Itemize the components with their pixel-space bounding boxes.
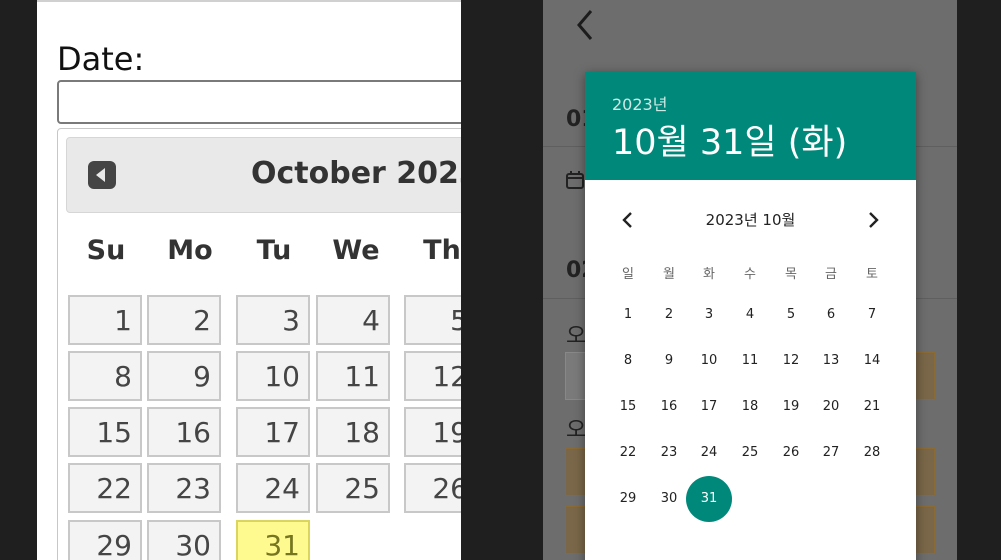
day-cell[interactable]: 24 (236, 463, 310, 513)
background-field (915, 506, 935, 554)
day-cell[interactable]: 24 (689, 433, 729, 473)
next-month-chevron-icon[interactable] (861, 208, 885, 232)
day-cell[interactable]: 5 (404, 295, 461, 345)
weekday-header: Mo (167, 235, 213, 266)
day-cell[interactable]: 29 (68, 520, 142, 560)
date-field-label: Date: (57, 40, 145, 78)
weekday-header: 목 (785, 267, 797, 282)
day-cell[interactable]: 16 (147, 407, 221, 457)
day-cell[interactable]: 17 (689, 387, 729, 427)
day-cell[interactable]: 15 (68, 407, 142, 457)
day-cell[interactable]: 9 (147, 351, 221, 401)
background-field (915, 448, 935, 496)
day-cell[interactable]: 1 (68, 295, 142, 345)
dialog-header: 2023년 10월 31일 (화) (585, 72, 916, 180)
day-cell[interactable]: 25 (316, 463, 390, 513)
day-cell[interactable]: 26 (771, 433, 811, 473)
weekday-header: Tu (256, 235, 292, 266)
day-cell[interactable]: 10 (236, 351, 310, 401)
day-cell[interactable]: 15 (608, 387, 648, 427)
day-cell[interactable]: 30 (649, 479, 689, 519)
day-cell[interactable]: 4 (316, 295, 390, 345)
weekday-header: We (332, 235, 380, 266)
day-cell[interactable]: 7 (852, 295, 892, 335)
day-cell-selected[interactable]: 31 (236, 520, 310, 560)
back-arrow-icon[interactable] (571, 8, 601, 42)
day-cell[interactable]: 18 (730, 387, 770, 427)
header-year[interactable]: 2023년 (612, 91, 667, 115)
day-cell[interactable]: 18 (316, 407, 390, 457)
background-label: 오 (566, 324, 587, 349)
day-cell[interactable]: 11 (316, 351, 390, 401)
prev-month-icon[interactable] (88, 161, 116, 189)
weekday-header: 화 (703, 267, 715, 282)
weekday-header: 금 (825, 267, 837, 282)
day-cell[interactable]: 14 (852, 341, 892, 381)
datepicker-calendar: October 2023 SuMoTuWeTh 1234589101112151… (57, 128, 461, 560)
calendar-icon (566, 171, 584, 189)
day-cell[interactable]: 11 (730, 341, 770, 381)
weekday-header: Th (423, 235, 461, 266)
day-cell[interactable]: 26 (404, 463, 461, 513)
day-cell[interactable]: 22 (608, 433, 648, 473)
background-field (915, 352, 935, 400)
date-input[interactable] (57, 80, 461, 124)
day-cell[interactable]: 27 (811, 433, 851, 473)
day-cell[interactable]: 23 (147, 463, 221, 513)
day-cell[interactable]: 8 (608, 341, 648, 381)
weekday-header: 일 (622, 267, 634, 282)
day-cell[interactable]: 2 (649, 295, 689, 335)
day-cell[interactable]: 6 (811, 295, 851, 335)
day-cell[interactable]: 25 (730, 433, 770, 473)
weekday-header: 토 (866, 267, 878, 282)
day-cell[interactable]: 5 (771, 295, 811, 335)
day-cell[interactable]: 20 (811, 387, 851, 427)
background-label: 오 (566, 418, 587, 443)
day-cell[interactable]: 4 (730, 295, 770, 335)
day-cell[interactable]: 12 (404, 351, 461, 401)
month-title: October 2023 (251, 156, 461, 191)
day-cell[interactable]: 8 (68, 351, 142, 401)
web-datepicker-panel: Date: October 2023 SuMoTuWeTh 1234589101… (37, 0, 461, 560)
day-cell[interactable]: 23 (649, 433, 689, 473)
android-datepicker-panel: 01 02 오 오 2023년 10월 31일 (화) 2023년 10월 일월… (543, 0, 957, 560)
day-cell[interactable]: 9 (649, 341, 689, 381)
day-cell[interactable]: 28 (852, 433, 892, 473)
weekday-header: 월 (663, 267, 675, 282)
day-cell[interactable]: 29 (608, 479, 648, 519)
day-cell[interactable]: 2 (147, 295, 221, 345)
day-cell[interactable]: 1 (608, 295, 648, 335)
day-cell-selected[interactable]: 31 (686, 476, 732, 522)
day-cell[interactable]: 17 (236, 407, 310, 457)
weekday-header: 수 (744, 267, 756, 282)
month-year-label: 2023년 10월 (705, 211, 796, 229)
day-cell[interactable]: 12 (771, 341, 811, 381)
day-cell[interactable]: 30 (147, 520, 221, 560)
day-cell[interactable]: 13 (811, 341, 851, 381)
datepicker-header: October 2023 (66, 137, 461, 213)
day-cell[interactable]: 3 (689, 295, 729, 335)
day-cell[interactable]: 16 (649, 387, 689, 427)
day-cell[interactable]: 22 (68, 463, 142, 513)
day-cell[interactable]: 3 (236, 295, 310, 345)
date-picker-dialog: 2023년 10월 31일 (화) 2023년 10월 일월화수목금토 1234… (585, 72, 916, 560)
day-cell[interactable]: 19 (404, 407, 461, 457)
weekday-header: Su (86, 235, 126, 266)
day-cell[interactable]: 19 (771, 387, 811, 427)
header-selected-date: 10월 31일 (화) (612, 123, 848, 163)
prev-month-chevron-icon[interactable] (616, 208, 640, 232)
day-cell[interactable]: 10 (689, 341, 729, 381)
day-cell[interactable]: 21 (852, 387, 892, 427)
